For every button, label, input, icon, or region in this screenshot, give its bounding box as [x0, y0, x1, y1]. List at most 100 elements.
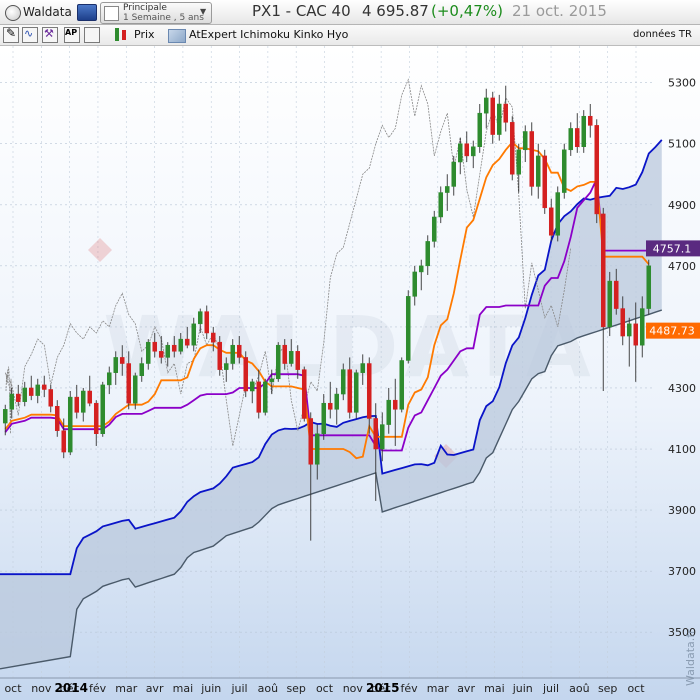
candle-down — [158, 351, 164, 358]
candle-up — [457, 143, 463, 163]
candle-up — [646, 265, 652, 309]
candle-down — [54, 406, 60, 431]
candle-up — [2, 409, 8, 424]
x-month-label: oct — [316, 682, 334, 695]
candle-up — [113, 357, 119, 373]
x-month-label: mai — [173, 682, 194, 695]
x-month-label: mar — [427, 682, 449, 695]
indicator-chart-icon[interactable]: ∿ — [22, 27, 38, 43]
candle-up — [561, 149, 567, 193]
candle-up — [438, 192, 444, 218]
candle-up — [100, 384, 106, 434]
price-chart[interactable]: WALDATA 35003700390041004300450047004900… — [0, 46, 700, 700]
candle-up — [223, 363, 229, 370]
candle-up — [496, 103, 502, 135]
x-month-label: sep — [598, 682, 617, 695]
candle-up — [470, 146, 476, 157]
title-bar: Waldata Principale 1 Semaine , 5 ans ▼ P… — [0, 0, 700, 25]
chevron-down-icon[interactable]: ▼ — [200, 7, 206, 16]
candle-up — [626, 323, 632, 337]
candle-down — [48, 389, 54, 407]
x-month-label: oct — [4, 682, 22, 695]
candle-up — [477, 112, 483, 148]
candle-down — [503, 103, 509, 123]
candle-down — [41, 384, 47, 390]
candle-down — [204, 311, 210, 334]
chart-icon — [104, 6, 119, 21]
candle-up — [418, 265, 424, 273]
x-month-label: oct — [627, 682, 645, 695]
candle-up — [230, 344, 236, 364]
x-month-label: juin — [512, 682, 533, 695]
candle-down — [529, 131, 535, 187]
candle-down — [236, 344, 242, 358]
x-month-label: nov — [343, 682, 364, 695]
candle-down — [600, 213, 606, 328]
candlestick-legend-icon-red — [122, 30, 126, 40]
candle-up — [360, 363, 366, 373]
candle-up — [516, 149, 522, 175]
candle-down — [256, 381, 262, 413]
candle-up — [145, 341, 151, 364]
tenkan-value-text: 4487.73 — [649, 325, 695, 338]
x-month-label: aoû — [258, 682, 278, 695]
candle-up — [321, 402, 327, 434]
app-name: Waldata — [23, 5, 72, 19]
candle-down — [74, 396, 80, 413]
alert-pro-icon[interactable]: AP — [64, 27, 80, 43]
candle-down — [217, 341, 223, 370]
candle-down — [184, 338, 190, 346]
y-tick-label: 3700 — [668, 565, 696, 578]
candle-down — [61, 430, 67, 453]
candle-down — [295, 351, 301, 370]
x-month-label: juil — [230, 682, 247, 695]
indicator-label[interactable]: AtExpert Ichimoku Kinko Hyo — [189, 28, 348, 41]
candle-up — [340, 369, 346, 395]
candle-down — [28, 387, 34, 396]
candle-down — [327, 402, 333, 410]
candle-up — [535, 155, 541, 187]
book-icon[interactable] — [77, 4, 97, 21]
x-month-label: aoû — [569, 682, 589, 695]
candle-down — [171, 344, 177, 352]
candle-up — [249, 381, 255, 392]
x-month-label: avr — [457, 682, 475, 695]
candle-up — [288, 351, 294, 364]
y-tick-label: 4700 — [668, 260, 696, 273]
candle-up — [106, 372, 112, 386]
candle-down — [126, 363, 132, 404]
candle-up — [80, 390, 86, 413]
x-year-label: 2014 — [55, 681, 88, 695]
drawing-tools-icon[interactable]: ✎ — [3, 26, 19, 43]
x-year-label: 2015 — [366, 681, 399, 695]
x-month-label: nov — [31, 682, 52, 695]
candle-down — [392, 399, 398, 410]
layout-title: Principale — [123, 3, 167, 13]
candle-down — [15, 393, 21, 402]
candle-down — [464, 143, 470, 157]
candle-down — [373, 418, 379, 450]
candle-up — [67, 396, 73, 453]
x-month-label: mai — [484, 682, 505, 695]
blank-square-icon[interactable] — [84, 27, 100, 43]
kijun-value-text: 4757.1 — [653, 242, 692, 255]
candle-down — [93, 402, 99, 434]
candle-down — [210, 332, 216, 343]
layout-selector[interactable]: Principale 1 Semaine , 5 ans ▼ — [100, 2, 212, 24]
last-price: 4 695.87 — [362, 2, 429, 20]
candle-up — [178, 338, 184, 352]
candle-up — [22, 387, 28, 402]
price-series-label[interactable]: Prix — [134, 28, 155, 41]
expert-tools-icon[interactable]: ⚒ — [42, 27, 58, 43]
candle-down — [282, 344, 288, 364]
data-source-label: données TR — [633, 29, 692, 40]
app-logo-icon — [5, 5, 21, 21]
candle-up — [451, 161, 457, 187]
indicator-legend-icon — [168, 29, 186, 43]
candle-up — [353, 372, 359, 413]
candle-up — [314, 433, 320, 465]
candle-up — [165, 344, 171, 358]
candle-down — [308, 418, 314, 465]
y-tick-label: 4100 — [668, 443, 696, 456]
x-month-label: sep — [286, 682, 305, 695]
